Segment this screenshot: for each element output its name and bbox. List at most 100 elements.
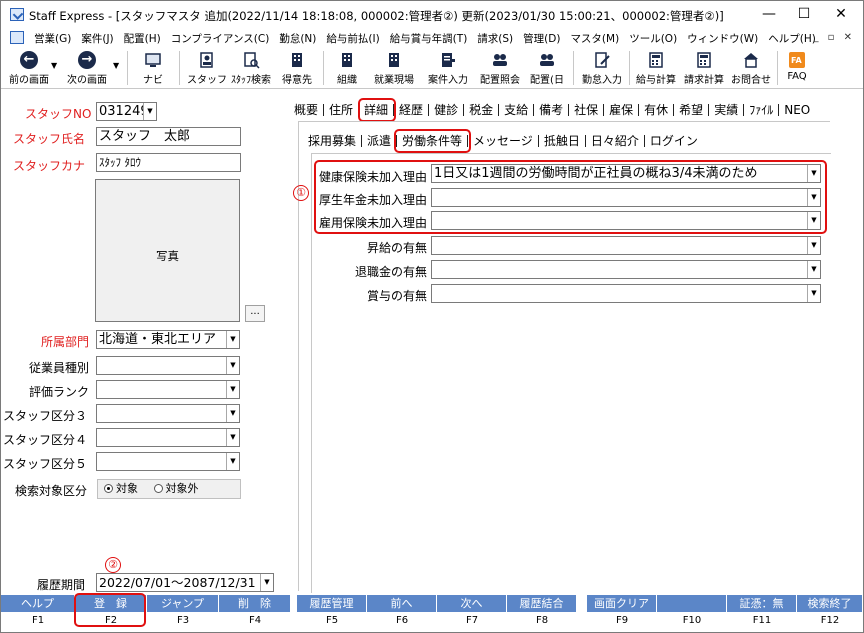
faq-button[interactable]: FA FAQ	[783, 49, 811, 87]
cat5-combo[interactable]: ▼	[96, 452, 240, 471]
inquiry-button[interactable]: お問合せ	[729, 49, 773, 87]
chevron-down-icon[interactable]: ▼	[807, 261, 820, 278]
next-screen-button[interactable]: → 次の画面	[63, 49, 111, 87]
tab-dispatch[interactable]: 派遣	[362, 135, 398, 147]
radio-target-on[interactable]: 対象	[104, 482, 138, 495]
f12-search-end-button[interactable]: 検索終了 F12	[797, 595, 863, 632]
staff-button[interactable]: スタッフ	[187, 49, 227, 87]
staff-kana-field[interactable]: ｽﾀｯﾌ ﾀﾛｳ	[96, 153, 241, 172]
caret-down-icon[interactable]: ▼	[113, 61, 119, 70]
navi-button[interactable]: ナビ	[137, 49, 169, 87]
chevron-down-icon[interactable]: ▼	[807, 285, 820, 302]
tab-results[interactable]: 実績	[709, 104, 745, 116]
f10-button[interactable]: F10	[657, 595, 727, 632]
tab-wishes[interactable]: 希望	[674, 104, 710, 116]
history-combo[interactable]: 2022/07/01～2087/12/31 ▼	[96, 573, 274, 592]
annotation-1: ①	[293, 185, 309, 201]
building-icon	[292, 53, 302, 67]
chevron-down-icon[interactable]: ▼	[807, 237, 820, 254]
billing-button[interactable]: 請求計算	[681, 49, 727, 87]
tab-tax[interactable]: 税金	[464, 104, 500, 116]
payroll-button[interactable]: 給与計算	[633, 49, 679, 87]
staff-search-button[interactable]: ｽﾀｯﾌ検索	[229, 49, 273, 87]
staff-name-label: スタッフ氏名	[13, 132, 86, 146]
minimize-button[interactable]: —	[749, 3, 789, 27]
radio-target-off[interactable]: 対象外	[153, 482, 199, 495]
raise-combo[interactable]: ▼	[431, 236, 821, 255]
caret-down-icon[interactable]: ▼	[51, 61, 57, 70]
bonus-combo[interactable]: ▼	[431, 284, 821, 303]
chevron-down-icon[interactable]: ▼	[226, 405, 239, 422]
cat3-combo[interactable]: ▼	[96, 404, 240, 423]
f3-jump-button[interactable]: ジャンプ F3	[147, 595, 219, 632]
tab-employment-insurance[interactable]: 雇保	[604, 104, 640, 116]
f1-help-button[interactable]: ヘルプ F1	[1, 595, 75, 632]
tab-login[interactable]: ログイン	[645, 135, 703, 147]
menu-payroll[interactable]: 給与賞与年調(T)	[385, 31, 473, 46]
assign-day-button[interactable]: 配置(日	[527, 49, 567, 87]
job-entry-button[interactable]: 案件入力	[425, 49, 471, 87]
tab-history[interactable]: 経歴	[394, 104, 430, 116]
staff-no-field[interactable]: 031249 ▼	[96, 102, 157, 121]
tab-neo[interactable]: NEO	[779, 104, 815, 116]
assign-lookup-button[interactable]: 配置照会	[477, 49, 523, 87]
close-button[interactable]: ✕	[821, 3, 861, 27]
org-button[interactable]: 組織	[331, 49, 363, 87]
f6-prev-button[interactable]: 前へ F6	[367, 595, 437, 632]
rank-combo[interactable]: ▼	[96, 380, 240, 399]
chevron-down-icon[interactable]: ▼	[226, 331, 239, 348]
search-target-group: 対象 対象外	[97, 479, 241, 499]
chevron-down-icon[interactable]: ▼	[226, 357, 239, 374]
history-label: 履歴期間	[37, 578, 86, 592]
f11-evidence-button[interactable]: 証憑：無 F11	[727, 595, 797, 632]
maximize-button[interactable]: ☐	[784, 3, 824, 27]
chevron-down-icon[interactable]: ▼	[226, 381, 239, 398]
site-button[interactable]: 就業現場	[371, 49, 417, 87]
tab-message[interactable]: メッセージ	[468, 135, 539, 147]
menu-attendance[interactable]: 勤怠(N)	[274, 31, 321, 46]
tab-overview[interactable]: 概要	[289, 104, 325, 116]
f5-history-button[interactable]: 履歴管理 F5	[297, 595, 367, 632]
staff-name-field[interactable]: スタッフ 太郎	[96, 127, 241, 146]
menu-advance[interactable]: 給与前払(I)	[321, 31, 384, 46]
f7-next-button[interactable]: 次へ F7	[437, 595, 507, 632]
attendance-button[interactable]: 勤怠入力	[579, 49, 625, 87]
staff-kana-label: スタッフカナ	[13, 159, 86, 173]
chevron-down-icon[interactable]: ▼	[143, 103, 156, 120]
menu-sales[interactable]: 営業(G)	[29, 31, 76, 46]
cat4-combo[interactable]: ▼	[96, 428, 240, 447]
menu-admin[interactable]: 管理(D)	[518, 31, 565, 46]
client-button[interactable]: 得意先	[277, 49, 317, 87]
tab-address[interactable]: 住所	[324, 104, 360, 116]
menu-master[interactable]: マスタ(M)	[565, 31, 624, 46]
f9-clear-button[interactable]: 画面クリア F9	[587, 595, 657, 632]
tab-recruitment[interactable]: 採用募集	[303, 135, 363, 147]
chevron-down-icon[interactable]: ▼	[226, 453, 239, 470]
emp-type-combo[interactable]: ▼	[96, 356, 240, 375]
tab-social-insurance[interactable]: 社保	[569, 104, 605, 116]
dept-combo[interactable]: 北海道・東北エリア ▼	[96, 330, 240, 349]
photo-browse-button[interactable]: ...	[245, 305, 265, 322]
menu-compliance[interactable]: コンプライアンス(C)	[166, 31, 275, 46]
prev-screen-button[interactable]: ← 前の画面	[7, 49, 51, 87]
tab-notes[interactable]: 備考	[534, 104, 570, 116]
chevron-down-icon[interactable]: ▼	[226, 429, 239, 446]
f8-merge-button[interactable]: 履歴結合 F8	[507, 595, 577, 632]
menu-billing[interactable]: 請求(S)	[472, 31, 518, 46]
tab-daily-referral[interactable]: 日々紹介	[586, 135, 645, 147]
menu-tools[interactable]: ツール(O)	[624, 31, 682, 46]
chevron-down-icon[interactable]: ▼	[260, 574, 273, 591]
tab-paid-leave[interactable]: 有休	[639, 104, 675, 116]
menu-jobs[interactable]: 案件(J)	[76, 31, 118, 46]
menu-assign[interactable]: 配置(H)	[119, 31, 166, 46]
tab-file[interactable]: ﾌｧｲﾙ	[744, 104, 780, 116]
document-icon	[10, 31, 24, 44]
tab-conflict-date[interactable]: 抵触日	[539, 135, 586, 147]
f4-delete-button[interactable]: 削 除 F4	[219, 595, 291, 632]
retirement-combo[interactable]: ▼	[431, 260, 821, 279]
mdi-controls[interactable]: _ ▫ ✕	[813, 32, 855, 43]
dept-label: 所属部門	[41, 335, 90, 349]
menu-window[interactable]: ウィンドウ(W)	[682, 31, 763, 46]
tab-health-check[interactable]: 健診	[429, 104, 465, 116]
tab-payment[interactable]: 支給	[499, 104, 535, 116]
